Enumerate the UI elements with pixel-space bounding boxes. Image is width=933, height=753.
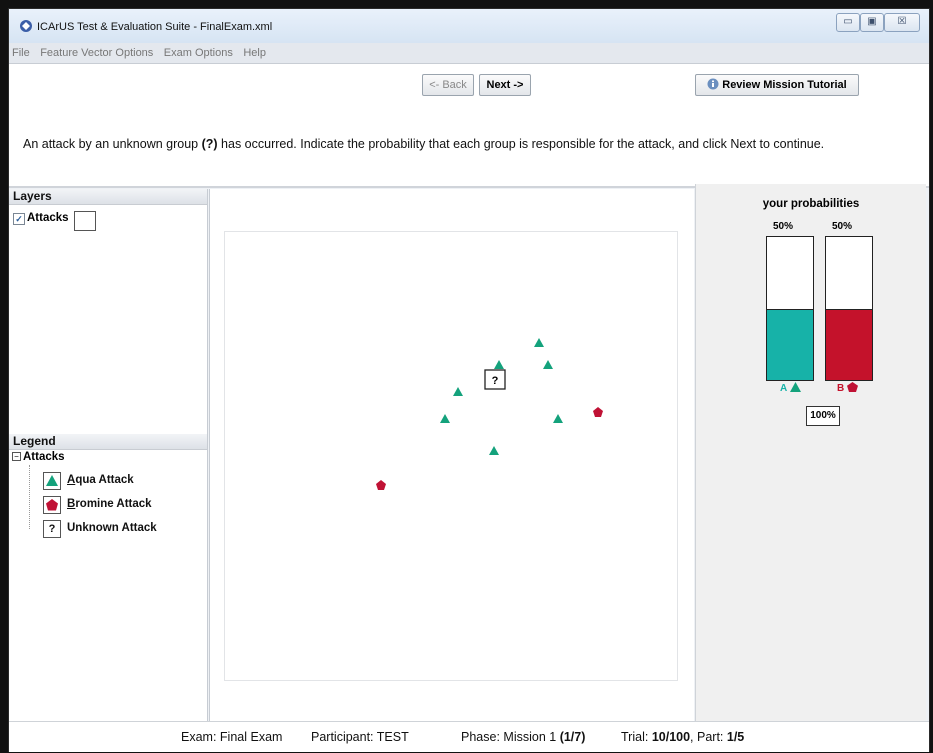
close-button[interactable]: ☒ xyxy=(884,13,920,32)
aqua-attack-marker[interactable] xyxy=(543,360,553,369)
legend-label-aqua: Aqua Attack xyxy=(67,474,134,486)
legend-group-label: Attacks xyxy=(23,451,65,463)
unknown-legend-swatch: ? xyxy=(43,520,61,538)
review-tutorial-button[interactable]: Review Mission Tutorial xyxy=(695,74,859,96)
aqua-attack-marker[interactable] xyxy=(440,414,450,423)
maximize-button[interactable]: ▣ xyxy=(860,13,884,32)
legend-header: Legend xyxy=(9,434,207,450)
back-button-label: <- Back xyxy=(429,79,467,91)
prob-bar-a-fill xyxy=(767,308,813,380)
map-canvas[interactable]: ? xyxy=(224,231,678,681)
pentagon-icon xyxy=(46,499,58,511)
aqua-attack-marker[interactable] xyxy=(494,360,504,369)
window-title: ICArUS Test & Evaluation Suite - FinalEx… xyxy=(37,21,273,33)
map-panel: ? xyxy=(209,189,694,724)
legend-label-unknown: Unknown Attack xyxy=(67,522,157,534)
status-phase: Phase: Mission 1 (1/7) xyxy=(461,730,586,744)
instructions-panel: An attack by an unknown group (?) has oc… xyxy=(9,106,929,188)
minimize-button[interactable]: ▭ xyxy=(836,13,860,32)
unknown-attack-label: ? xyxy=(492,375,499,387)
info-icon xyxy=(707,78,719,90)
probabilities-panel: your probabilities 50% 50% A B 100% xyxy=(695,184,926,724)
legend-label-bromine: Bromine Attack xyxy=(67,498,152,510)
aqua-attack-marker[interactable] xyxy=(534,338,544,347)
next-button[interactable]: Next -> xyxy=(479,74,531,96)
close-icon: ☒ xyxy=(897,16,907,27)
layer-label-attacks: Attacks xyxy=(27,212,69,224)
triangle-icon xyxy=(46,475,58,486)
probability-total: 100% xyxy=(806,406,840,426)
application-window: ICArUS Test & Evaluation Suite - FinalEx… xyxy=(8,8,930,752)
bromine-attack-marker[interactable] xyxy=(593,407,603,417)
tree-connector xyxy=(29,465,30,529)
left-panel: Layers ✓ Attacks Legend − Attacks Aqua A… xyxy=(9,189,208,724)
prob-bar-a[interactable] xyxy=(766,236,814,381)
toolbar: <- Back Next -> Review Mission Tutorial xyxy=(9,64,929,106)
menu-file[interactable]: File xyxy=(9,43,33,63)
menu-exam-options[interactable]: Exam Options xyxy=(161,43,236,63)
prob-b-letter: B xyxy=(837,383,845,394)
bromine-legend-swatch xyxy=(43,496,61,514)
next-button-label: Next -> xyxy=(486,79,524,91)
title-bar: ICArUS Test & Evaluation Suite - FinalEx… xyxy=(9,9,929,43)
pentagon-icon xyxy=(847,382,859,392)
map-svg: ? xyxy=(376,338,603,490)
status-trial: Trial: 10/100, Part: 1/5 xyxy=(621,730,745,744)
layer-color-swatch[interactable] xyxy=(74,211,96,231)
aqua-attack-marker[interactable] xyxy=(453,387,463,396)
status-exam: Exam: Final Exam xyxy=(181,730,283,744)
bromine-attack-marker[interactable] xyxy=(376,480,386,490)
menu-bar: File Feature Vector Options Exam Options… xyxy=(9,43,929,64)
menu-help[interactable]: Help xyxy=(240,43,269,63)
aqua-legend-swatch xyxy=(43,472,61,490)
prob-b-key: B xyxy=(837,382,859,394)
status-participant: Participant: TEST xyxy=(311,730,409,744)
instructions-text-before: An attack by an unknown group xyxy=(23,137,202,151)
prob-a-percent: 50% xyxy=(773,221,794,232)
instructions-text: An attack by an unknown group (?) has oc… xyxy=(23,137,824,151)
menu-feature-vector-options[interactable]: Feature Vector Options xyxy=(37,43,156,63)
app-logo-icon xyxy=(20,20,32,32)
probabilities-title: your probabilities xyxy=(762,198,860,210)
aqua-attack-marker[interactable] xyxy=(553,414,563,423)
legend-tree: − Attacks Aqua Attack Bromine Attack ? U… xyxy=(9,451,207,571)
prob-a-key: A xyxy=(780,382,801,394)
unknown-group-symbol: (?) xyxy=(201,137,218,151)
review-tutorial-label: Review Mission Tutorial xyxy=(722,79,847,91)
layer-checkbox-attacks[interactable]: ✓ xyxy=(13,213,25,225)
back-button[interactable]: <- Back xyxy=(422,74,474,96)
minimize-icon: ▭ xyxy=(843,16,853,27)
prob-bar-b-fill xyxy=(826,308,872,380)
maximize-icon: ▣ xyxy=(867,16,877,27)
collapse-icon[interactable]: − xyxy=(12,452,21,461)
status-bar: Exam: Final Exam Participant: TEST Phase… xyxy=(9,721,929,752)
aqua-attack-marker[interactable] xyxy=(489,446,499,455)
prob-b-percent: 50% xyxy=(832,221,853,232)
triangle-icon xyxy=(789,382,801,392)
layers-header: Layers xyxy=(9,189,207,205)
instructions-text-after: has occurred. Indicate the probability t… xyxy=(217,137,825,151)
prob-bar-b[interactable] xyxy=(825,236,873,381)
prob-a-letter: A xyxy=(780,383,787,394)
